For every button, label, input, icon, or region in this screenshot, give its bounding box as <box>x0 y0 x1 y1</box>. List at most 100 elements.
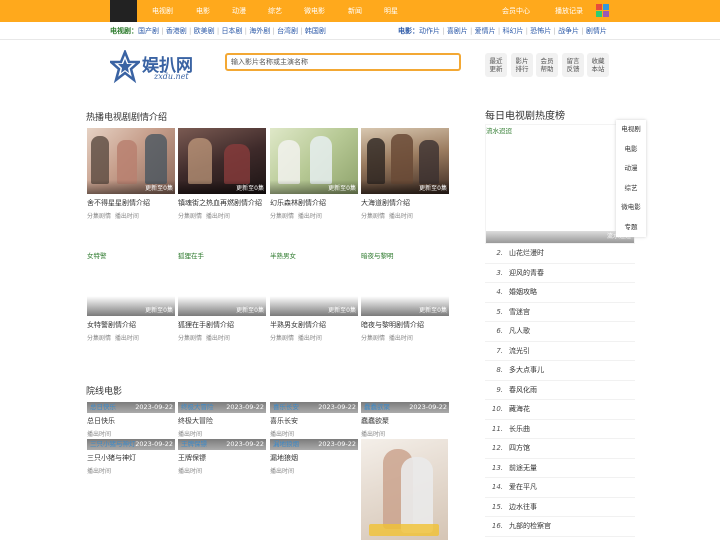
movie-poster[interactable]: 终极大冒险 2023-09-22 <box>178 402 266 413</box>
drama-title[interactable]: 镇魂街之热血再燃剧情介绍 <box>178 198 266 208</box>
member-center-link[interactable]: 会员中心 <box>502 0 530 22</box>
movie-poster[interactable]: 喜乐长安 2023-09-22 <box>270 402 358 413</box>
movie-card[interactable]: 喜乐长安 2023-09-22 喜乐长安 播出时间 <box>270 402 358 438</box>
ranking-item[interactable]: 3. 迎风的青春 <box>485 264 635 283</box>
movie-cat-item[interactable]: 喜剧片 <box>447 27 468 35</box>
ranking-title-text[interactable]: 凡人歌 <box>509 327 530 335</box>
ranking-item[interactable]: 15. 边水往事 <box>485 498 635 517</box>
ranking-title-text[interactable]: 爱在平凡 <box>509 483 537 491</box>
movie-card[interactable]: 漏地狼烟 2023-09-22 漏地狼烟 播出时间 <box>270 439 358 475</box>
ranking-title-text[interactable]: 雪迷宫 <box>509 308 530 316</box>
drama-poster[interactable]: 更新至0集 <box>178 128 266 194</box>
drama-poster[interactable]: 半熟男女 更新至0集 <box>270 250 358 316</box>
movie-card[interactable]: 终极大冒险 2023-09-22 终极大冒险 播出时间 <box>178 402 266 438</box>
ranking-title-text[interactable]: 迎风的青春 <box>509 269 544 277</box>
ranking-item[interactable]: 11. 长乐曲 <box>485 420 635 439</box>
drama-card[interactable]: 更新至0集 镇魂街之热血再燃剧情介绍 分集剧情 播出时间 <box>178 128 266 220</box>
episodes-link[interactable]: 分集剧情 <box>361 335 385 342</box>
drama-poster[interactable]: 狐狸在手 更新至0集 <box>178 250 266 316</box>
nav-micro-film[interactable]: 微电影 <box>304 0 325 22</box>
ranking-item[interactable]: 9. 春风化雨 <box>485 381 635 400</box>
play-history-link[interactable]: 播放记录 <box>555 0 583 22</box>
airtime-link[interactable]: 播出时间 <box>206 335 230 342</box>
ranking-title-text[interactable]: 九部的检察官 <box>509 522 551 530</box>
airtime-link[interactable]: 播出时间 <box>298 213 322 220</box>
nav-tv[interactable]: 电视剧 <box>152 0 173 22</box>
feedback-button[interactable]: 留言 反馈 <box>562 53 584 77</box>
episodes-link[interactable]: 分集剧情 <box>178 335 202 342</box>
home-button[interactable] <box>110 0 137 22</box>
movie-poster[interactable]: 漏地狼烟 2023-09-22 <box>270 439 358 450</box>
drama-card[interactable]: 狐狸在手 更新至0集 狐狸在手剧情介绍 分集剧情 播出时间 <box>178 250 266 342</box>
ranking-item[interactable]: 2. 山花烂漫时 <box>485 244 635 264</box>
tv-cat-item[interactable]: 国产剧 <box>138 27 159 35</box>
movie-card[interactable]: 三只小猪与神灯 2023-09-22 三只小猪与神灯 播出时间 <box>87 439 175 475</box>
drama-title[interactable]: 狐狸在手剧情介绍 <box>178 320 266 330</box>
drama-card[interactable]: 更新至0集 舍不得星星剧情介绍 分集剧情 播出时间 <box>87 128 175 220</box>
ranking-item[interactable]: 10. 藏海花 <box>485 400 635 420</box>
drama-title[interactable]: 暗夜与黎明剧情介绍 <box>361 320 449 330</box>
ranking-title-text[interactable]: 长乐曲 <box>509 425 530 433</box>
ranking-title-text[interactable]: 山花烂漫时 <box>509 249 544 257</box>
ranking-title-text[interactable]: 四方馆 <box>509 444 530 452</box>
ranking-item[interactable]: 13. 前途无量 <box>485 459 635 478</box>
side-tab-micro-film[interactable]: 微电影 <box>616 198 646 218</box>
nav-anime[interactable]: 动漫 <box>232 0 246 22</box>
ranking-item[interactable]: 16. 九部的检察官 <box>485 517 635 537</box>
airtime-link[interactable]: 播出时间 <box>389 213 413 220</box>
tv-cat-item[interactable]: 日本剧 <box>221 27 242 35</box>
ranking-item[interactable]: 6. 凡人歌 <box>485 322 635 342</box>
recent-updates-button[interactable]: 最近 更新 <box>485 53 507 77</box>
nav-variety[interactable]: 综艺 <box>268 0 282 22</box>
ranking-item[interactable]: 5. 雪迷宫 <box>485 303 635 322</box>
airtime-link[interactable]: 播出时间 <box>206 213 230 220</box>
movie-card[interactable]: 王牌保镖 2023-09-22 王牌保镖 播出时间 <box>178 439 266 475</box>
movie-title[interactable]: 三只小猪与神灯 <box>87 453 175 463</box>
nav-news[interactable]: 新闻 <box>348 0 362 22</box>
nav-stars[interactable]: 明星 <box>384 0 398 22</box>
tv-cat-item[interactable]: 台湾剧 <box>277 27 298 35</box>
ranking-item[interactable]: 12. 四方馆 <box>485 439 635 459</box>
episodes-link[interactable]: 分集剧情 <box>178 213 202 220</box>
ranking-title-text[interactable]: 前途无量 <box>509 464 537 472</box>
drama-poster[interactable]: 暗夜与黎明 更新至0集 <box>361 250 449 316</box>
side-tab-tv[interactable]: 电视剧 <box>616 120 646 140</box>
side-tab-movie[interactable]: 电影 <box>616 140 646 160</box>
drama-card[interactable]: 暗夜与黎明 更新至0集 暗夜与黎明剧情介绍 分集剧情 播出时间 <box>361 250 449 342</box>
drama-poster[interactable]: 女特警 更新至0集 <box>87 250 175 316</box>
color-grid-icon[interactable] <box>596 4 610 18</box>
drama-poster[interactable]: 更新至0集 <box>361 128 449 194</box>
drama-card[interactable]: 更新至0集 大海道剧情介绍 分集剧情 播出时间 <box>361 128 449 220</box>
ranking-title-text[interactable]: 流光引 <box>509 347 530 355</box>
nav-movie[interactable]: 电影 <box>196 0 210 22</box>
ranking-top-poster[interactable]: 流水迢迢 流水迢迢 <box>485 124 635 244</box>
drama-poster[interactable]: 更新至0集 <box>270 128 358 194</box>
tv-cat-item[interactable]: 海外剧 <box>249 27 270 35</box>
airtime-link[interactable]: 播出时间 <box>298 335 322 342</box>
drama-poster[interactable]: 更新至0集 <box>87 128 175 194</box>
movie-cat-item[interactable]: 科幻片 <box>502 27 523 35</box>
search-input[interactable]: 输入影片名称或主演名称 <box>225 53 461 71</box>
ranking-item[interactable]: 8. 多大点事儿 <box>485 361 635 381</box>
drama-title[interactable]: 半熟男女剧情介绍 <box>270 320 358 330</box>
movie-poster[interactable]: 蠢蠢欲聚 2023-09-22 <box>361 402 449 413</box>
movie-cat-item[interactable]: 剧情片 <box>586 27 607 35</box>
movie-title[interactable]: 蠢蠢欲聚 <box>361 416 449 426</box>
tv-cat-item[interactable]: 香港剧 <box>166 27 187 35</box>
side-tab-variety[interactable]: 综艺 <box>616 179 646 199</box>
drama-title[interactable]: 幻乐森林剧情介绍 <box>270 198 358 208</box>
ranking-item[interactable]: 7. 流光引 <box>485 342 635 361</box>
member-help-button[interactable]: 会员 帮助 <box>536 53 558 77</box>
airtime-link[interactable]: 播出时间 <box>115 213 139 220</box>
episodes-link[interactable]: 分集剧情 <box>87 213 111 220</box>
episodes-link[interactable]: 分集剧情 <box>270 213 294 220</box>
bookmark-button[interactable]: 收藏 本站 <box>587 53 609 77</box>
drama-title[interactable]: 舍不得星星剧情介绍 <box>87 198 175 208</box>
featured-movie-poster[interactable] <box>361 439 448 540</box>
movie-poster[interactable]: 王牌保镖 2023-09-22 <box>178 439 266 450</box>
drama-title[interactable]: 大海道剧情介绍 <box>361 198 449 208</box>
tv-cat-item[interactable]: 欧美剧 <box>194 27 215 35</box>
tv-cat-item[interactable]: 韩国剧 <box>305 27 326 35</box>
side-tab-anime[interactable]: 动漫 <box>616 159 646 179</box>
episodes-link[interactable]: 分集剧情 <box>361 213 385 220</box>
